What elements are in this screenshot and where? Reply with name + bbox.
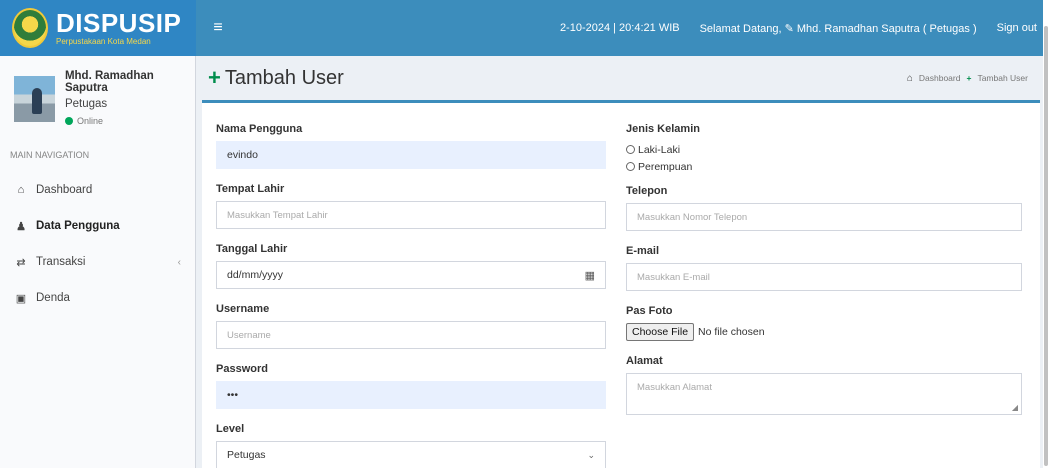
plus-icon: + [208, 65, 221, 90]
alamat-textarea[interactable]: Masukkan Alamat ◢ [626, 373, 1022, 415]
pas-foto-label: Pas Foto [626, 305, 673, 317]
level-label: Level [216, 423, 245, 435]
dashboard-icon: ⌂ [906, 72, 913, 84]
user-panel: Mhd. Ramadhan Saputra Petugas Online [0, 56, 195, 136]
logo-emblem-icon [12, 8, 48, 48]
username-label: Username [216, 303, 270, 315]
nama-label: Nama Pengguna [216, 123, 303, 135]
chevron-left-icon: ‹ [177, 256, 181, 268]
radio-circle-icon[interactable] [626, 145, 635, 154]
online-dot-icon [64, 117, 73, 125]
jenis-kelamin-label: Jenis Kelamin [626, 123, 700, 135]
page-title-text: Tambah User [224, 66, 344, 89]
telepon-input[interactable]: Masukkan Nomor Telepon [626, 203, 1022, 231]
page-title: + Tambah User [208, 65, 344, 91]
sidebar: Mhd. Ramadhan Saputra Petugas Online MAI… [0, 56, 196, 468]
tempat-lahir-label: Tempat Lahir [216, 183, 285, 195]
chevron-down-icon: ⌄ [587, 449, 595, 460]
user-status-label: Online [76, 116, 103, 126]
email-input[interactable]: Masukkan E-mail [626, 263, 1022, 291]
nama-pengguna-input[interactable]: evindo [216, 141, 606, 169]
tanggal-lahir-placeholder: dd/mm/yyyy [227, 269, 284, 281]
file-status: No file chosen [698, 326, 765, 338]
radio-label: Laki-Laki [638, 143, 681, 156]
sidebar-item-data-pengguna[interactable]: ♟ Data Pengguna [0, 208, 195, 244]
navbar: ≡ 2-10-2024 | 20:4:21 WIB Selamat Datang… [196, 0, 1049, 56]
tempat-lahir-input[interactable]: Masukkan Tempat Lahir [216, 201, 606, 229]
user-role: Petugas [64, 98, 108, 110]
email-label: E-mail [626, 245, 660, 257]
file-input: Choose File No file chosen [626, 323, 1022, 341]
sidebar-item-label: Data Pengguna [36, 220, 120, 232]
hamburger-icon[interactable]: ≡ [198, 19, 238, 37]
password-input[interactable]: ••• [216, 381, 606, 409]
username-input[interactable]: Username [216, 321, 606, 349]
top-header: DISPUSIP Perpustakaan Kota Medan ≡ 2-10-… [0, 0, 1049, 56]
level-selected-value: Petugas [227, 449, 266, 461]
level-select[interactable]: Petugas ⌄ [216, 441, 606, 468]
money-icon: ▣ [15, 292, 27, 305]
radio-perempuan[interactable]: Perempuan [626, 158, 1022, 175]
breadcrumb-dashboard[interactable]: Dashboard [919, 73, 961, 83]
tanggal-lahir-input[interactable]: dd/mm/yyyy ▦ [216, 261, 606, 289]
dashboard-icon: ⌂ [17, 184, 25, 196]
radio-laki-laki[interactable]: Laki-Laki [626, 141, 1022, 158]
tanggal-lahir-label: Tanggal Lahir [216, 243, 288, 255]
exchange-icon: ⇄ [16, 256, 26, 269]
datetime: 2-10-2024 | 20:4:21 WIB [559, 22, 680, 34]
radio-circle-icon[interactable] [626, 162, 635, 171]
sidebar-item-label: Dashboard [36, 184, 93, 196]
sidebar-item-denda[interactable]: ▣ Denda [0, 280, 195, 316]
signout-link[interactable]: Sign out [997, 22, 1037, 34]
alamat-placeholder: Masukkan Alamat [637, 382, 712, 393]
page-scrollbar[interactable] [1043, 0, 1049, 468]
alamat-label: Alamat [626, 355, 663, 367]
calendar-icon[interactable]: ▦ [585, 269, 595, 282]
sidebar-item-label: Denda [36, 292, 70, 304]
plus-icon: + [966, 73, 972, 83]
nav-header: MAIN NAVIGATION [10, 150, 90, 160]
logo-title: DISPUSIP [56, 8, 182, 38]
scrollbar-thumb[interactable] [1044, 26, 1048, 466]
user-status: Online [64, 116, 185, 126]
telepon-label: Telepon [626, 185, 668, 197]
user-icon: ♟ [16, 220, 26, 233]
radio-label: Perempuan [638, 160, 693, 173]
password-label: Password [216, 363, 268, 375]
form-box: Nama Pengguna evindo Tempat Lahir Masukk… [202, 100, 1040, 468]
user-name: Mhd. Ramadhan Saputra [64, 70, 154, 94]
sidebar-item-label: Transaksi [36, 256, 86, 268]
breadcrumb-current: Tambah User [977, 73, 1028, 83]
content-header: + Tambah User ⌂ Dashboard + Tambah User [196, 56, 1049, 100]
main-content: + Tambah User ⌂ Dashboard + Tambah User … [196, 56, 1049, 468]
resize-grip-icon[interactable]: ◢ [1012, 403, 1018, 412]
choose-file-button[interactable]: Choose File [626, 323, 695, 341]
avatar [14, 76, 55, 122]
welcome-text[interactable]: Selamat Datang, ✎ Mhd. Ramadhan Saputra … [700, 22, 977, 35]
sidebar-item-dashboard[interactable]: ⌂ Dashboard [0, 172, 195, 208]
logo[interactable]: DISPUSIP Perpustakaan Kota Medan [0, 0, 196, 56]
sidebar-item-transaksi[interactable]: ⇄ Transaksi ‹ [0, 244, 195, 280]
logo-subtitle: Perpustakaan Kota Medan [56, 37, 151, 46]
breadcrumb: ⌂ Dashboard + Tambah User [904, 73, 1031, 84]
